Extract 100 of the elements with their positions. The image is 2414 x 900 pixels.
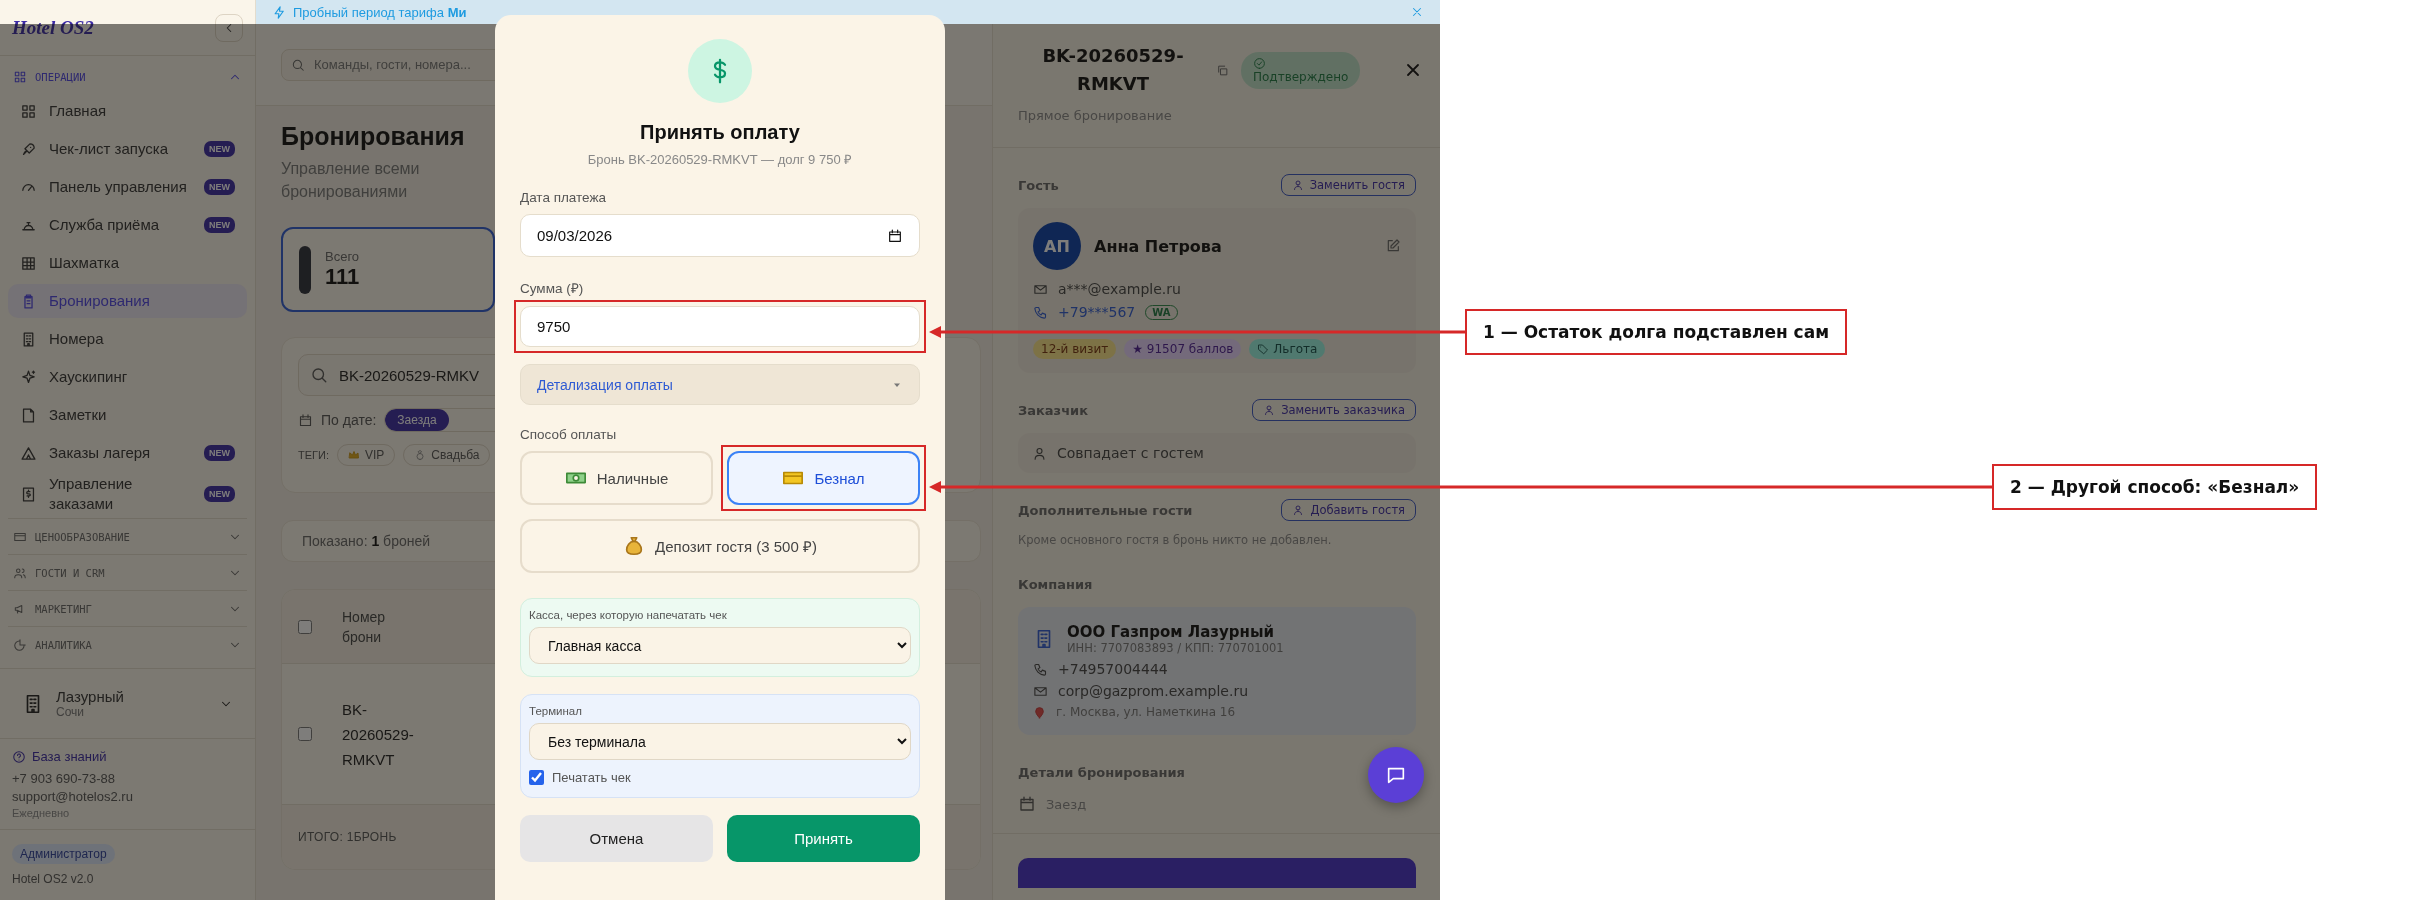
field-label: Сумма (₽)	[520, 280, 585, 297]
sidebar-item[interactable]: Панель управления NEW	[8, 170, 247, 204]
date-mode-option[interactable]: Заезда	[385, 409, 449, 431]
sidebar-item[interactable]: Заметки	[8, 398, 247, 432]
calendar-icon	[887, 227, 903, 244]
results-count: Показано: 1 броней	[302, 533, 431, 549]
sidebar-section[interactable]: МАРКЕТИНГ	[8, 590, 247, 626]
payment-details-toggle[interactable]: Детализация оплаты	[520, 364, 920, 405]
sidebar-item[interactable]: Главная	[8, 94, 247, 128]
note-icon	[20, 406, 37, 424]
knowledge-base-link[interactable]: База знаний	[12, 749, 243, 764]
guest-tag: ★ 91507 баллов	[1124, 339, 1242, 359]
page-subtitle: Управление всеми бронированиями	[281, 159, 421, 202]
pie-chart-icon	[13, 637, 27, 652]
sidebar-item[interactable]: Служба приёма NEW	[8, 208, 247, 242]
user-icon	[1292, 504, 1305, 516]
callout-label: 2 — Другой способ: «Безнал»	[1992, 464, 2318, 510]
section-heading: Детали бронирования	[1018, 764, 1185, 780]
section-heading: Компания	[1018, 576, 1093, 592]
page-title: Бронирования	[281, 122, 465, 151]
amount-input[interactable]: 9750	[520, 306, 920, 347]
sidebar-section[interactable]: АНАЛИТИКА	[8, 626, 247, 662]
date-filter-label: По дате:	[321, 412, 377, 428]
replace-customer-button[interactable]: Заменить заказчика	[1252, 399, 1416, 421]
role-badge: Администратор	[12, 844, 115, 864]
dialog-title: Принять оплату	[639, 121, 801, 144]
payment-method-option[interactable]: Безнал	[727, 451, 920, 505]
company-name: ООО Газпром Лазурный	[1067, 623, 1275, 641]
date-input[interactable]: 09/03/2026	[520, 214, 920, 257]
new-badge: NEW	[204, 141, 235, 157]
register-select[interactable]: Главная касса	[529, 627, 911, 664]
support-email: support@hotelos2.ru	[12, 789, 134, 804]
guest-tag: 12-й визит	[1033, 339, 1117, 359]
guest-email: a***@example.ru	[1058, 281, 1181, 297]
print-receipt-checkbox[interactable]	[529, 770, 544, 785]
callout-label: 1 — Остаток долга подставлен сам	[1465, 309, 1848, 355]
stat-bar	[299, 245, 311, 294]
company-email: corp@gazprom.example.ru	[1058, 683, 1249, 699]
new-badge: NEW	[204, 445, 235, 461]
sidebar-item[interactable]: Бронирования	[8, 284, 247, 318]
tent-icon	[20, 444, 37, 462]
replace-guest-button[interactable]: Заменить гостя	[1280, 174, 1416, 196]
guest-phone[interactable]: +79***567	[1058, 304, 1136, 320]
tags-label: ТЕГИ:	[298, 449, 329, 461]
grid-icon	[20, 102, 37, 120]
accept-button[interactable]: Принять	[727, 815, 920, 862]
sidebar-item[interactable]: Шахматка	[8, 246, 247, 280]
user-icon	[1291, 179, 1304, 191]
dollar-document-icon	[20, 485, 37, 503]
new-badge: NEW	[204, 217, 235, 233]
sidebar-item[interactable]: Заказы лагеря NEW	[8, 436, 247, 470]
ring-icon	[414, 449, 427, 461]
phone-icon	[1033, 304, 1048, 320]
user-icon	[1263, 404, 1276, 416]
crown-icon	[348, 449, 360, 461]
phone-icon	[1033, 661, 1048, 677]
booking-id: BK-20260529-RMKVT	[1041, 44, 1185, 96]
sparkle-icon	[20, 368, 37, 386]
add-guest-button[interactable]: Добавить гостя	[1281, 499, 1416, 521]
sidebar-item[interactable]: Чек-лист запуска NEW	[8, 132, 247, 166]
payment-method-option[interactable]: Наличные	[520, 451, 713, 505]
copy-button[interactable]	[1216, 63, 1229, 77]
booking-number: BK-20260529-RMKVT	[342, 699, 415, 770]
dialog-subtitle: Бронь BK-20260529-RMKVT — долг 9 750 ₽	[586, 151, 854, 168]
stat-value: 111	[325, 264, 360, 290]
field-label: Касса, через которую напечатать чек	[529, 609, 728, 621]
payment-method-option[interactable]: Депозит гостя (3 500 ₽)	[520, 519, 920, 573]
sidebar-section[interactable]: ЦЕНООБРАЗОВАНИЕ	[8, 518, 247, 554]
pin-icon	[1033, 705, 1046, 719]
copy-icon	[1216, 63, 1229, 77]
sidebar-item[interactable]: Номера	[8, 322, 247, 356]
edit-button[interactable]	[1385, 238, 1401, 254]
cancel-button[interactable]: Отмена	[520, 815, 713, 862]
section-heading: Дополнительные гости	[1018, 502, 1193, 518]
property-selector[interactable]: Лазурный Сочи	[0, 668, 255, 738]
guest-name: Анна Петрова	[1094, 236, 1222, 256]
sidebar-section[interactable]: ГОСТИ И CRM	[8, 554, 247, 590]
checkbox-label: Печатать чек	[552, 770, 631, 785]
stat-card[interactable]: Всего 111	[281, 227, 495, 312]
field-label: Способ оплаты	[520, 427, 618, 442]
tag-icon	[1257, 343, 1270, 355]
support-phone: +7 903 690-73-88	[12, 771, 116, 786]
people-icon	[13, 565, 27, 580]
banner-text: Пробный период тарифа Ми	[293, 4, 467, 20]
company-phone: +74957004444	[1058, 661, 1168, 677]
lightning-icon	[272, 4, 287, 20]
new-badge: NEW	[204, 486, 235, 502]
status-badge: Подтверждено	[1241, 51, 1361, 89]
row-checkbox[interactable]	[298, 727, 312, 741]
select-all-checkbox[interactable]	[298, 619, 312, 634]
sidebar-section[interactable]: ОПЕРАЦИИ	[8, 60, 247, 94]
sidebar-item[interactable]: Хаускипинг	[8, 360, 247, 394]
calendar-icon	[298, 412, 313, 428]
terminal-select[interactable]: Без терминала	[529, 723, 911, 760]
collapse-button[interactable]	[215, 13, 243, 42]
sidebar-item[interactable]: Управление заказами NEW	[8, 474, 247, 514]
section-heading: Заказчик	[1018, 402, 1088, 418]
field-label: Дата платежа	[520, 190, 607, 205]
search-icon	[291, 57, 305, 72]
search-icon	[310, 366, 328, 384]
